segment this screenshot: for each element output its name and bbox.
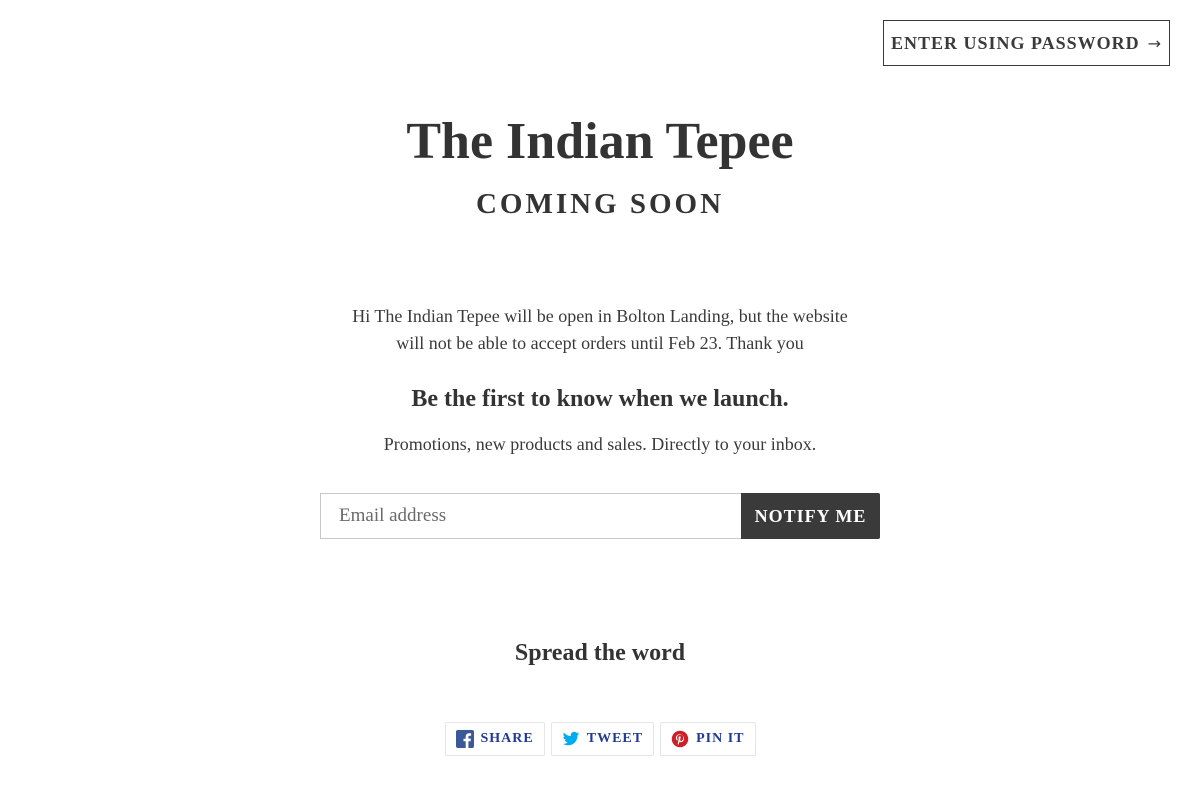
social-share-buttons: SHARE TWEET PIN IT — [0, 722, 1200, 756]
password-button-label: ENTER USING PASSWORD — [890, 32, 1140, 53]
twitter-share-button[interactable]: TWEET — [550, 722, 655, 756]
newsletter-form: NOTIFY ME — [320, 493, 880, 539]
facebook-icon — [455, 730, 474, 748]
spread-the-word-heading: Spread the word — [514, 640, 686, 666]
store-title: The Indian Tepee — [406, 113, 794, 170]
newsletter-heading: Be the first to know when we launch. — [411, 386, 789, 412]
twitter-share-label: TWEET — [586, 731, 644, 746]
enter-using-password-button[interactable]: ENTER USING PASSWORD → — [883, 20, 1170, 66]
pinterest-share-button[interactable]: PIN IT — [660, 722, 756, 756]
notify-me-button[interactable]: NOTIFY ME — [741, 493, 880, 539]
arrow-right-icon: → — [1147, 33, 1163, 53]
twitter-icon — [562, 730, 580, 748]
email-input[interactable] — [320, 493, 741, 539]
pinterest-icon — [671, 730, 689, 748]
newsletter-subtext: Promotions, new products and sales. Dire… — [383, 434, 817, 454]
intro-message: Hi The Indian Tepee will be open in Bolt… — [352, 306, 848, 353]
facebook-share-label: SHARE — [480, 731, 534, 746]
facebook-share-button[interactable]: SHARE — [444, 722, 545, 756]
pinterest-share-label: PIN IT — [696, 731, 745, 746]
coming-soon-tagline: COMING SOON — [475, 188, 725, 220]
